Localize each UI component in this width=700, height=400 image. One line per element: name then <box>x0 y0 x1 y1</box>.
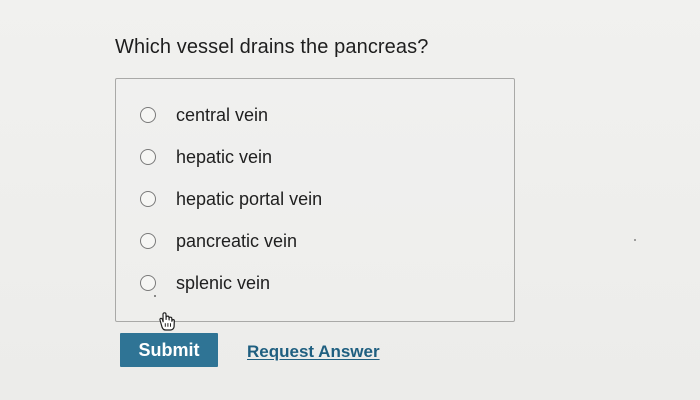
option-label: central vein <box>176 104 269 125</box>
hand-pointer-icon <box>152 306 180 334</box>
option-label: splenic vein <box>176 272 271 293</box>
answer-options-panel: central vein hepatic vein hepatic portal… <box>115 78 515 322</box>
option-label: pancreatic vein <box>176 230 298 251</box>
question-text: Which vessel drains the pancreas? <box>115 36 429 58</box>
option-label: hepatic portal vein <box>176 188 323 209</box>
option-pancreatic-vein[interactable]: pancreatic vein <box>140 227 297 255</box>
surface-speck <box>634 239 636 241</box>
option-central-vein[interactable]: central vein <box>140 101 268 129</box>
radio-button-icon[interactable] <box>140 275 156 291</box>
request-answer-link[interactable]: Request Answer <box>247 342 380 362</box>
option-hepatic-portal-vein[interactable]: hepatic portal vein <box>140 185 322 213</box>
radio-button-icon[interactable] <box>140 149 156 165</box>
option-hepatic-vein[interactable]: hepatic vein <box>140 143 272 171</box>
option-label: hepatic vein <box>176 146 273 167</box>
small-mark <box>154 295 156 297</box>
submit-button[interactable]: Submit <box>120 333 218 367</box>
radio-button-icon[interactable] <box>140 191 156 207</box>
radio-button-icon[interactable] <box>140 233 156 249</box>
option-splenic-vein[interactable]: splenic vein <box>140 269 270 297</box>
radio-button-icon[interactable] <box>140 107 156 123</box>
